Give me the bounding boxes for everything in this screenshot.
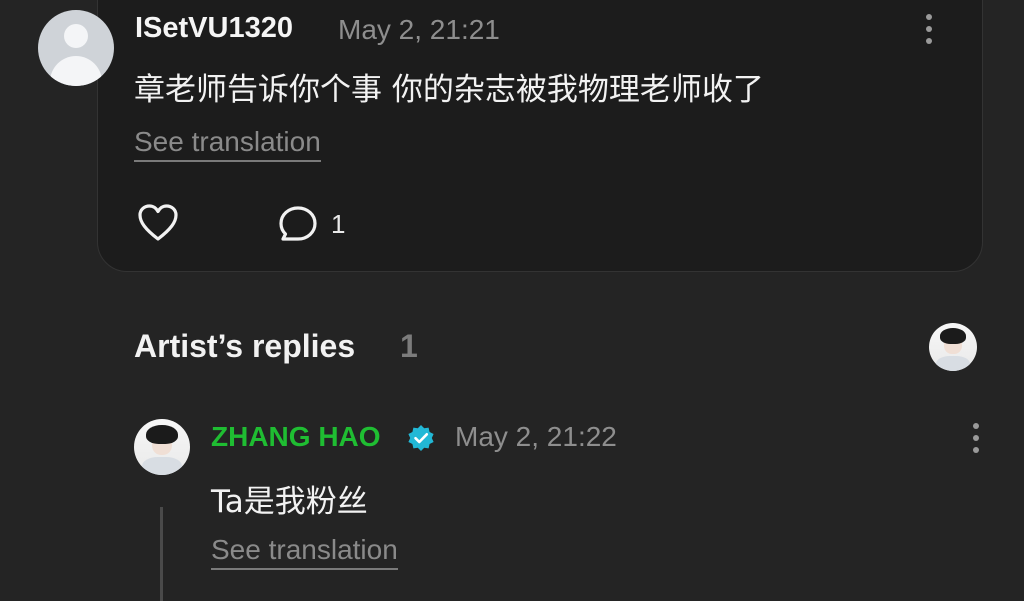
reply-author-avatar[interactable] [134, 419, 190, 475]
more-options-icon[interactable] [924, 14, 934, 44]
comment-text: 章老师告诉你个事 你的杂志被我物理老师收了 [134, 72, 764, 108]
artist-replies-count: 1 [400, 328, 418, 364]
more-options-icon[interactable] [971, 423, 981, 453]
verified-badge-icon [408, 425, 434, 451]
reply-date: May 2, 21:22 [455, 421, 617, 452]
artist-avatar[interactable] [929, 323, 977, 371]
thread-line [160, 507, 163, 601]
comment-date: May 2, 21:21 [338, 14, 500, 45]
heart-icon[interactable] [137, 203, 179, 243]
reply-count: 1 [331, 209, 346, 239]
comment-username[interactable]: ISetVU1320 [135, 12, 293, 45]
user-avatar-icon[interactable] [38, 10, 114, 86]
comment-icon[interactable] [278, 204, 318, 244]
artist-replies-title: Artist’s replies [134, 328, 356, 364]
comment-thread-page: ISetVU1320 May 2, 21:21 章老师告诉你个事 你的杂志被我物… [0, 0, 1024, 601]
see-translation-link[interactable]: See translation [134, 126, 321, 162]
reply-username[interactable]: ZHANG HAO [211, 421, 381, 453]
see-translation-link[interactable]: See translation [211, 534, 398, 570]
reply-text: Ta是我粉丝 [211, 484, 368, 520]
